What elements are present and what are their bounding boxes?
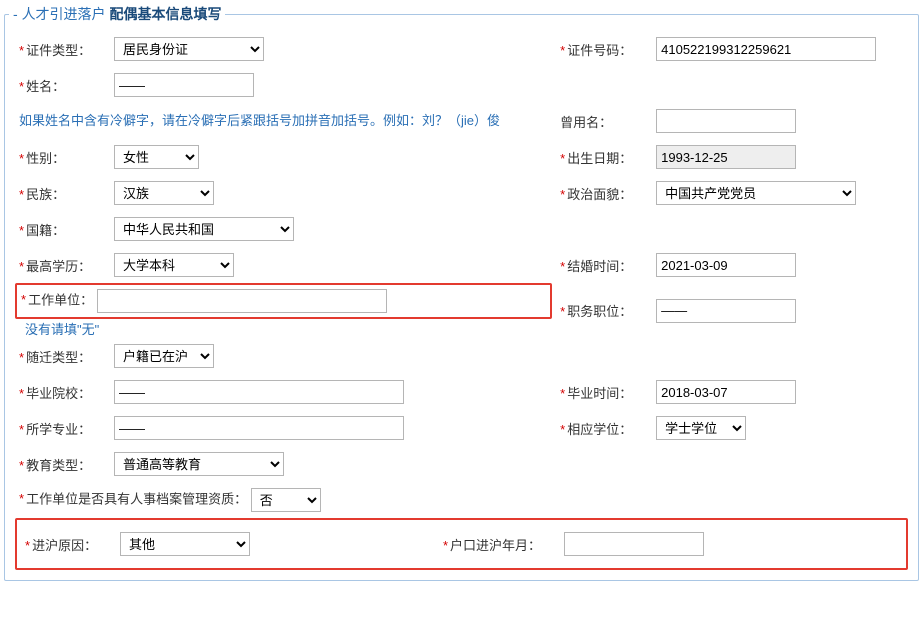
work-unit-hint: 没有请填"无" <box>15 319 552 338</box>
req-star: * <box>19 151 24 166</box>
label-cert-type: 证件类型： <box>26 43 91 58</box>
former-name-input[interactable] <box>656 109 796 133</box>
label-degree: 相应学位： <box>567 422 632 437</box>
label-edu-type: 教育类型： <box>26 458 91 473</box>
req-star: * <box>19 223 24 238</box>
req-star: * <box>25 538 30 553</box>
birth-input[interactable] <box>656 145 796 169</box>
label-position: 职务职位： <box>567 304 632 319</box>
position-input[interactable] <box>656 299 796 323</box>
marry-time-input[interactable] <box>656 253 796 277</box>
label-name: 姓名： <box>26 79 65 94</box>
archive-qual-select[interactable]: 否 <box>251 488 321 512</box>
degree-select[interactable]: 学士学位 <box>656 416 746 440</box>
req-star: * <box>19 259 24 274</box>
req-star: * <box>19 43 24 58</box>
cert-no-input[interactable] <box>656 37 876 61</box>
grad-time-input[interactable] <box>656 380 796 404</box>
spouse-info-fieldset: - 人才引进落户 配偶基本信息填写 *证件类型： 居民身份证 *证件号码： *姓… <box>4 14 919 581</box>
req-star: * <box>560 304 565 319</box>
edu-type-select[interactable]: 普通高等教育 <box>114 452 284 476</box>
req-star: * <box>19 386 24 401</box>
req-star: * <box>560 422 565 437</box>
work-unit-input[interactable] <box>97 289 387 313</box>
party-select[interactable]: 中国共产党党员 <box>656 181 856 205</box>
name-hint: 如果姓名中含有冷僻字，请在冷僻字后紧跟括号加拼音加括号。例如：刘？（jie）俊 <box>19 111 548 131</box>
legend-title: 配偶基本信息填写 <box>109 6 221 22</box>
label-migrate-type: 随迁类型： <box>26 350 91 365</box>
label-edu-highest: 最高学历： <box>26 259 91 274</box>
nation-select[interactable]: 汉族 <box>114 181 214 205</box>
req-star: * <box>560 259 565 274</box>
req-star: * <box>560 151 565 166</box>
migrate-type-select[interactable]: 户籍已在沪 <box>114 344 214 368</box>
req-star: * <box>19 79 24 94</box>
req-star: * <box>19 350 24 365</box>
name-input[interactable] <box>114 73 254 97</box>
req-star: * <box>19 187 24 202</box>
enter-year-input[interactable] <box>564 532 704 556</box>
label-former-name: 曾用名： <box>560 115 612 130</box>
req-star: * <box>443 538 448 553</box>
req-star: * <box>19 422 24 437</box>
legend-dash: - <box>13 6 18 22</box>
req-star: * <box>560 187 565 202</box>
req-star: * <box>560 43 565 58</box>
grad-school-input[interactable] <box>114 380 404 404</box>
label-archive-qual: 工作单位是否具有人事档案管理资质： <box>26 491 247 506</box>
cert-type-select[interactable]: 居民身份证 <box>114 37 264 61</box>
gender-select[interactable]: 女性 <box>114 145 199 169</box>
label-grad-time: 毕业时间： <box>567 386 632 401</box>
label-marry-time: 结婚时间： <box>567 259 632 274</box>
legend-link: 人才引进落户 <box>22 6 106 22</box>
label-nationality: 国籍： <box>26 223 65 238</box>
enter-sh-redbox: *进沪原因： 其他 *户口进沪年月： <box>15 518 908 570</box>
req-star: * <box>19 491 24 506</box>
label-enter-year: 户口进沪年月： <box>450 538 541 553</box>
edu-highest-select[interactable]: 大学本科 <box>114 253 234 277</box>
req-star: * <box>21 292 26 307</box>
label-grad-school: 毕业院校： <box>26 386 91 401</box>
req-star: * <box>560 386 565 401</box>
label-birth: 出生日期： <box>567 151 632 166</box>
enter-reason-select[interactable]: 其他 <box>120 532 250 556</box>
req-star: * <box>19 458 24 473</box>
nationality-select[interactable]: 中华人民共和国 <box>114 217 294 241</box>
label-major: 所学专业： <box>26 422 91 437</box>
major-input[interactable] <box>114 416 404 440</box>
label-gender: 性别： <box>26 151 65 166</box>
work-unit-redbox: *工作单位： <box>15 283 552 319</box>
label-work-unit: 工作单位： <box>28 292 93 307</box>
label-nation: 民族： <box>26 187 65 202</box>
label-cert-no: 证件号码： <box>567 43 632 58</box>
label-enter-reason: 进沪原因： <box>32 538 97 553</box>
label-party: 政治面貌： <box>567 187 632 202</box>
legend: - 人才引进落户 配偶基本信息填写 <box>9 4 225 24</box>
